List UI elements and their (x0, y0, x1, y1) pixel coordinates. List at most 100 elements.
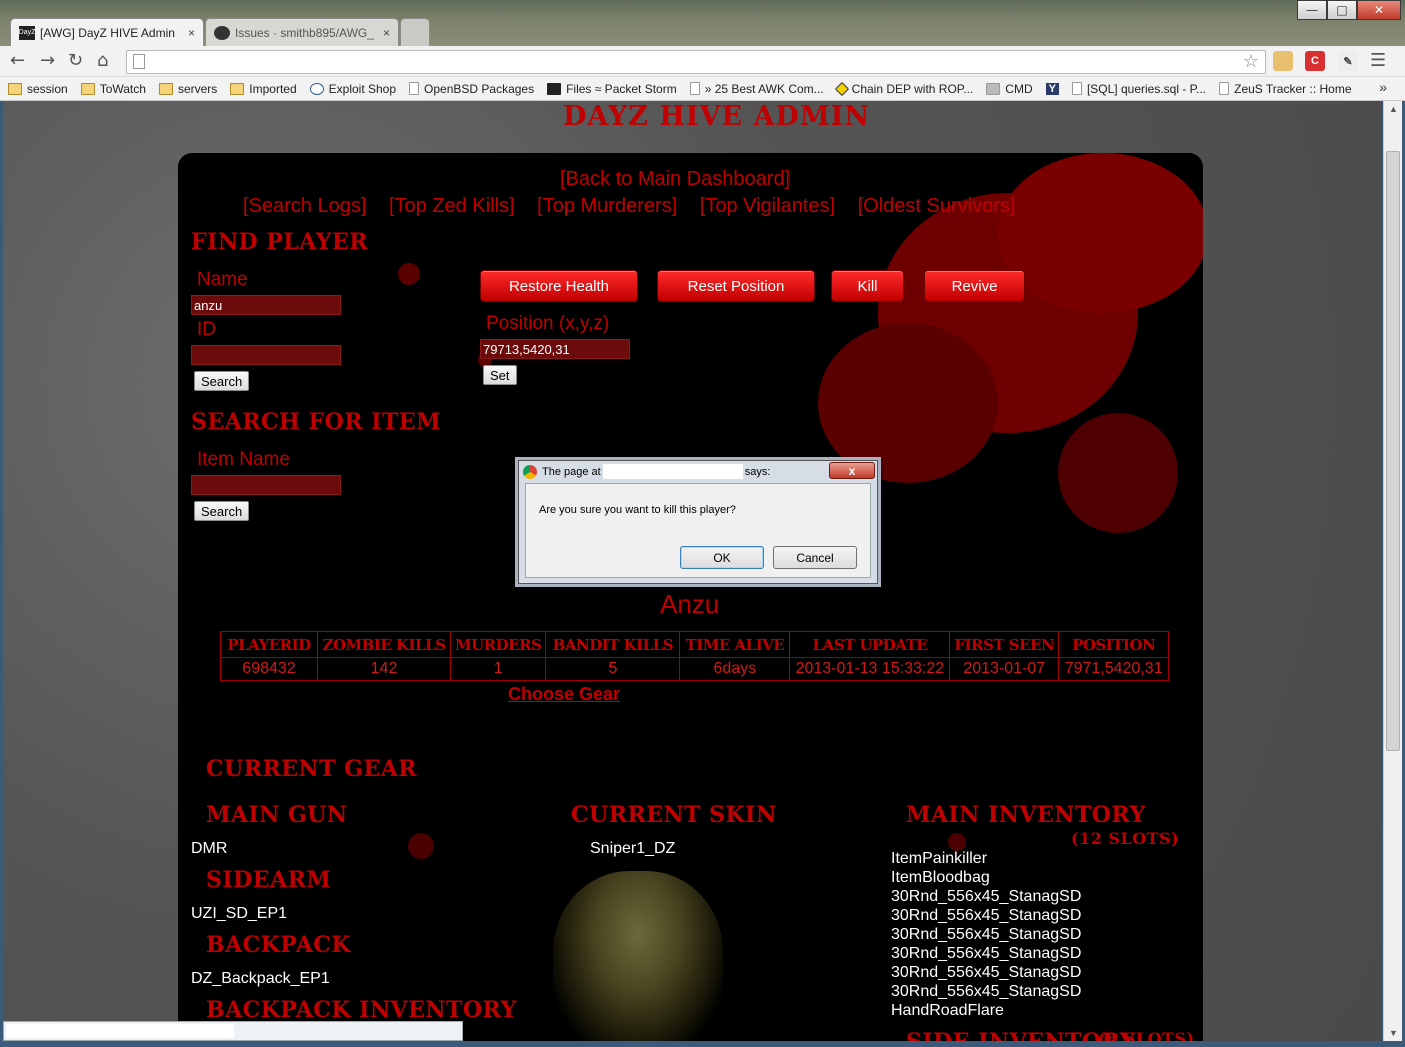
forward-arrow-icon[interactable]: → (40, 50, 55, 71)
bookmark-label: Files ≈ Packet Storm (566, 81, 677, 96)
tab-close-icon[interactable]: × (383, 26, 390, 40)
sidearm-heading: SIDEARM (206, 867, 332, 893)
page-title: DAYZ HIVE ADMIN (563, 101, 871, 132)
skin-value: Sniper1_DZ (590, 840, 676, 857)
tab-hive-admin[interactable]: DayZ [AWG] DayZ HIVE Admin × (10, 18, 204, 46)
choose-gear-link[interactable]: Choose Gear (508, 684, 620, 705)
bookmark-awk[interactable]: » 25 Best AWK Com... (689, 82, 824, 96)
name-input[interactable] (191, 295, 341, 315)
bookmarks-bar: session ToWatch servers Imported Exploit… (0, 77, 1405, 101)
reload-icon[interactable]: ↻ (68, 50, 83, 71)
revive-button[interactable]: Revive (924, 270, 1025, 302)
window-controls: — □ ✕ (1297, 0, 1401, 20)
extension-c-icon[interactable]: C (1305, 51, 1325, 71)
find-player-search-button[interactable]: Search (194, 371, 250, 391)
bookmark-label: session (27, 81, 68, 96)
table-row: 698432 142 1 5 6days 2013-01-13 15:33:22… (220, 657, 1170, 681)
back-to-dashboard-link[interactable]: [Back to Main Dashboard] (560, 168, 790, 191)
bookmark-packetstorm[interactable]: Files ≈ Packet Storm (547, 82, 677, 96)
table-header-row: PLAYERID ZOMBIE KILLS MURDERS BANDIT KIL… (220, 631, 1170, 658)
bookmark-chain-dep[interactable]: Chain DEP with ROP... (834, 81, 973, 96)
bookmark-servers[interactable]: servers (158, 82, 217, 96)
backpack-value: DZ_Backpack_EP1 (191, 970, 330, 987)
position-input[interactable] (480, 339, 630, 359)
scrollbar-thumb[interactable] (1386, 151, 1400, 751)
bookmark-zeus[interactable]: ZeuS Tracker :: Home (1219, 82, 1352, 96)
new-tab-button[interactable] (400, 18, 430, 46)
cell-last-update: 2013-01-13 15:33:22 (789, 657, 951, 681)
address-bar[interactable]: ☆ (126, 50, 1266, 74)
nav-top-murderers[interactable]: [Top Murderers] (537, 195, 677, 217)
name-label: Name (197, 269, 248, 290)
extension-pen-icon[interactable]: ✎ (1338, 51, 1358, 71)
main-inventory-list: ItemPainkiller ItemBloodbag 30Rnd_556x45… (891, 849, 1081, 1020)
blood-drop (398, 263, 420, 285)
col-bandit-kills: BANDIT KILLS (545, 631, 681, 658)
list-item: HandRoadFlare (891, 1002, 1004, 1019)
nav-top-vigilantes[interactable]: [Top Vigilantes] (700, 195, 835, 217)
menu-icon[interactable]: ☰ (1370, 50, 1386, 71)
page-scrollbar[interactable]: ▲ ▼ (1383, 101, 1402, 1041)
item-search-button[interactable]: Search (194, 501, 250, 521)
bookmark-session[interactable]: session (8, 82, 68, 96)
bookmarks-overflow-icon[interactable]: » (1379, 79, 1387, 95)
browser-window: — □ ✕ DayZ [AWG] DayZ HIVE Admin × Issue… (0, 0, 1405, 1047)
tab-close-icon[interactable]: × (188, 26, 195, 40)
redacted-host (602, 464, 743, 479)
col-first-seen: FIRST SEEN (949, 631, 1060, 658)
item-name-label: Item Name (197, 449, 290, 470)
dialog-title-prefix: The page at (542, 465, 601, 478)
position-label: Position (x,y,z) (486, 313, 610, 334)
bookmark-imported[interactable]: Imported (230, 82, 297, 96)
bookmark-cmd[interactable]: CMD (986, 81, 1033, 96)
col-last-update: LAST UPDATE (789, 631, 951, 658)
blood-splatter (998, 153, 1203, 313)
home-icon[interactable]: ⌂ (97, 50, 108, 71)
nav-oldest-survivors[interactable]: [Oldest Survivors] (858, 195, 1016, 217)
bookmark-openbsd[interactable]: OpenBSD Packages (409, 82, 534, 96)
tab-issues[interactable]: Issues · smithb895/AWG_H × (205, 18, 399, 46)
bookmark-star-icon[interactable]: ☆ (1243, 51, 1259, 72)
list-item: 30Rnd_556x45_StanagSD (891, 983, 1082, 1000)
folder-icon (230, 82, 245, 95)
cell-first-seen: 2013-01-07 (949, 657, 1060, 681)
status-bar (3, 1021, 463, 1041)
nav-top-zed-kills[interactable]: [Top Zed Kills] (389, 195, 515, 217)
bookmark-label: CMD (1005, 81, 1033, 96)
folder-icon (158, 82, 173, 95)
page-icon (133, 54, 145, 69)
ok-button[interactable]: OK (680, 546, 764, 569)
minimize-button[interactable]: — (1297, 0, 1327, 20)
bookmark-towatch[interactable]: ToWatch (80, 82, 146, 96)
nav-search-logs[interactable]: [Search Logs] (243, 195, 366, 217)
col-murders: MURDERS (449, 631, 547, 658)
side-inventory-slots: (8 SLOTS) (1098, 1029, 1195, 1041)
cancel-button[interactable]: Cancel (773, 546, 857, 569)
bookmark-sql[interactable]: [SQL] queries.sql - P... (1071, 82, 1206, 96)
restore-health-button[interactable]: Restore Health (480, 270, 638, 302)
back-arrow-icon[interactable]: ← (10, 50, 25, 71)
extension-face-icon[interactable] (1273, 51, 1293, 71)
blood-splatter (818, 323, 998, 483)
scroll-up-icon[interactable]: ▲ (1384, 101, 1403, 117)
y-icon: Y (1045, 82, 1059, 95)
list-item: 30Rnd_556x45_StanagSD (891, 907, 1082, 924)
set-position-button[interactable]: Set (483, 365, 517, 385)
dialog-close-button[interactable]: x (829, 462, 875, 479)
bookmark-y[interactable]: Y (1045, 82, 1059, 95)
skin-image (553, 871, 723, 1041)
blood-drop (408, 833, 434, 859)
main-gun-value: DMR (191, 840, 228, 857)
grey-icon (986, 82, 1001, 95)
close-window-button[interactable]: ✕ (1357, 0, 1401, 20)
scroll-down-icon[interactable]: ▼ (1384, 1025, 1403, 1041)
folder-icon (8, 82, 22, 95)
kill-button[interactable]: Kill (831, 270, 904, 302)
maximize-button[interactable]: □ (1327, 0, 1357, 20)
sidearm-value: UZI_SD_EP1 (191, 905, 288, 922)
bookmark-exploit-shop[interactable]: Exploit Shop (309, 82, 396, 96)
reset-position-button[interactable]: Reset Position (657, 270, 815, 302)
list-item: ItemBloodbag (891, 869, 990, 886)
id-input[interactable] (191, 345, 341, 365)
item-name-input[interactable] (191, 475, 341, 495)
